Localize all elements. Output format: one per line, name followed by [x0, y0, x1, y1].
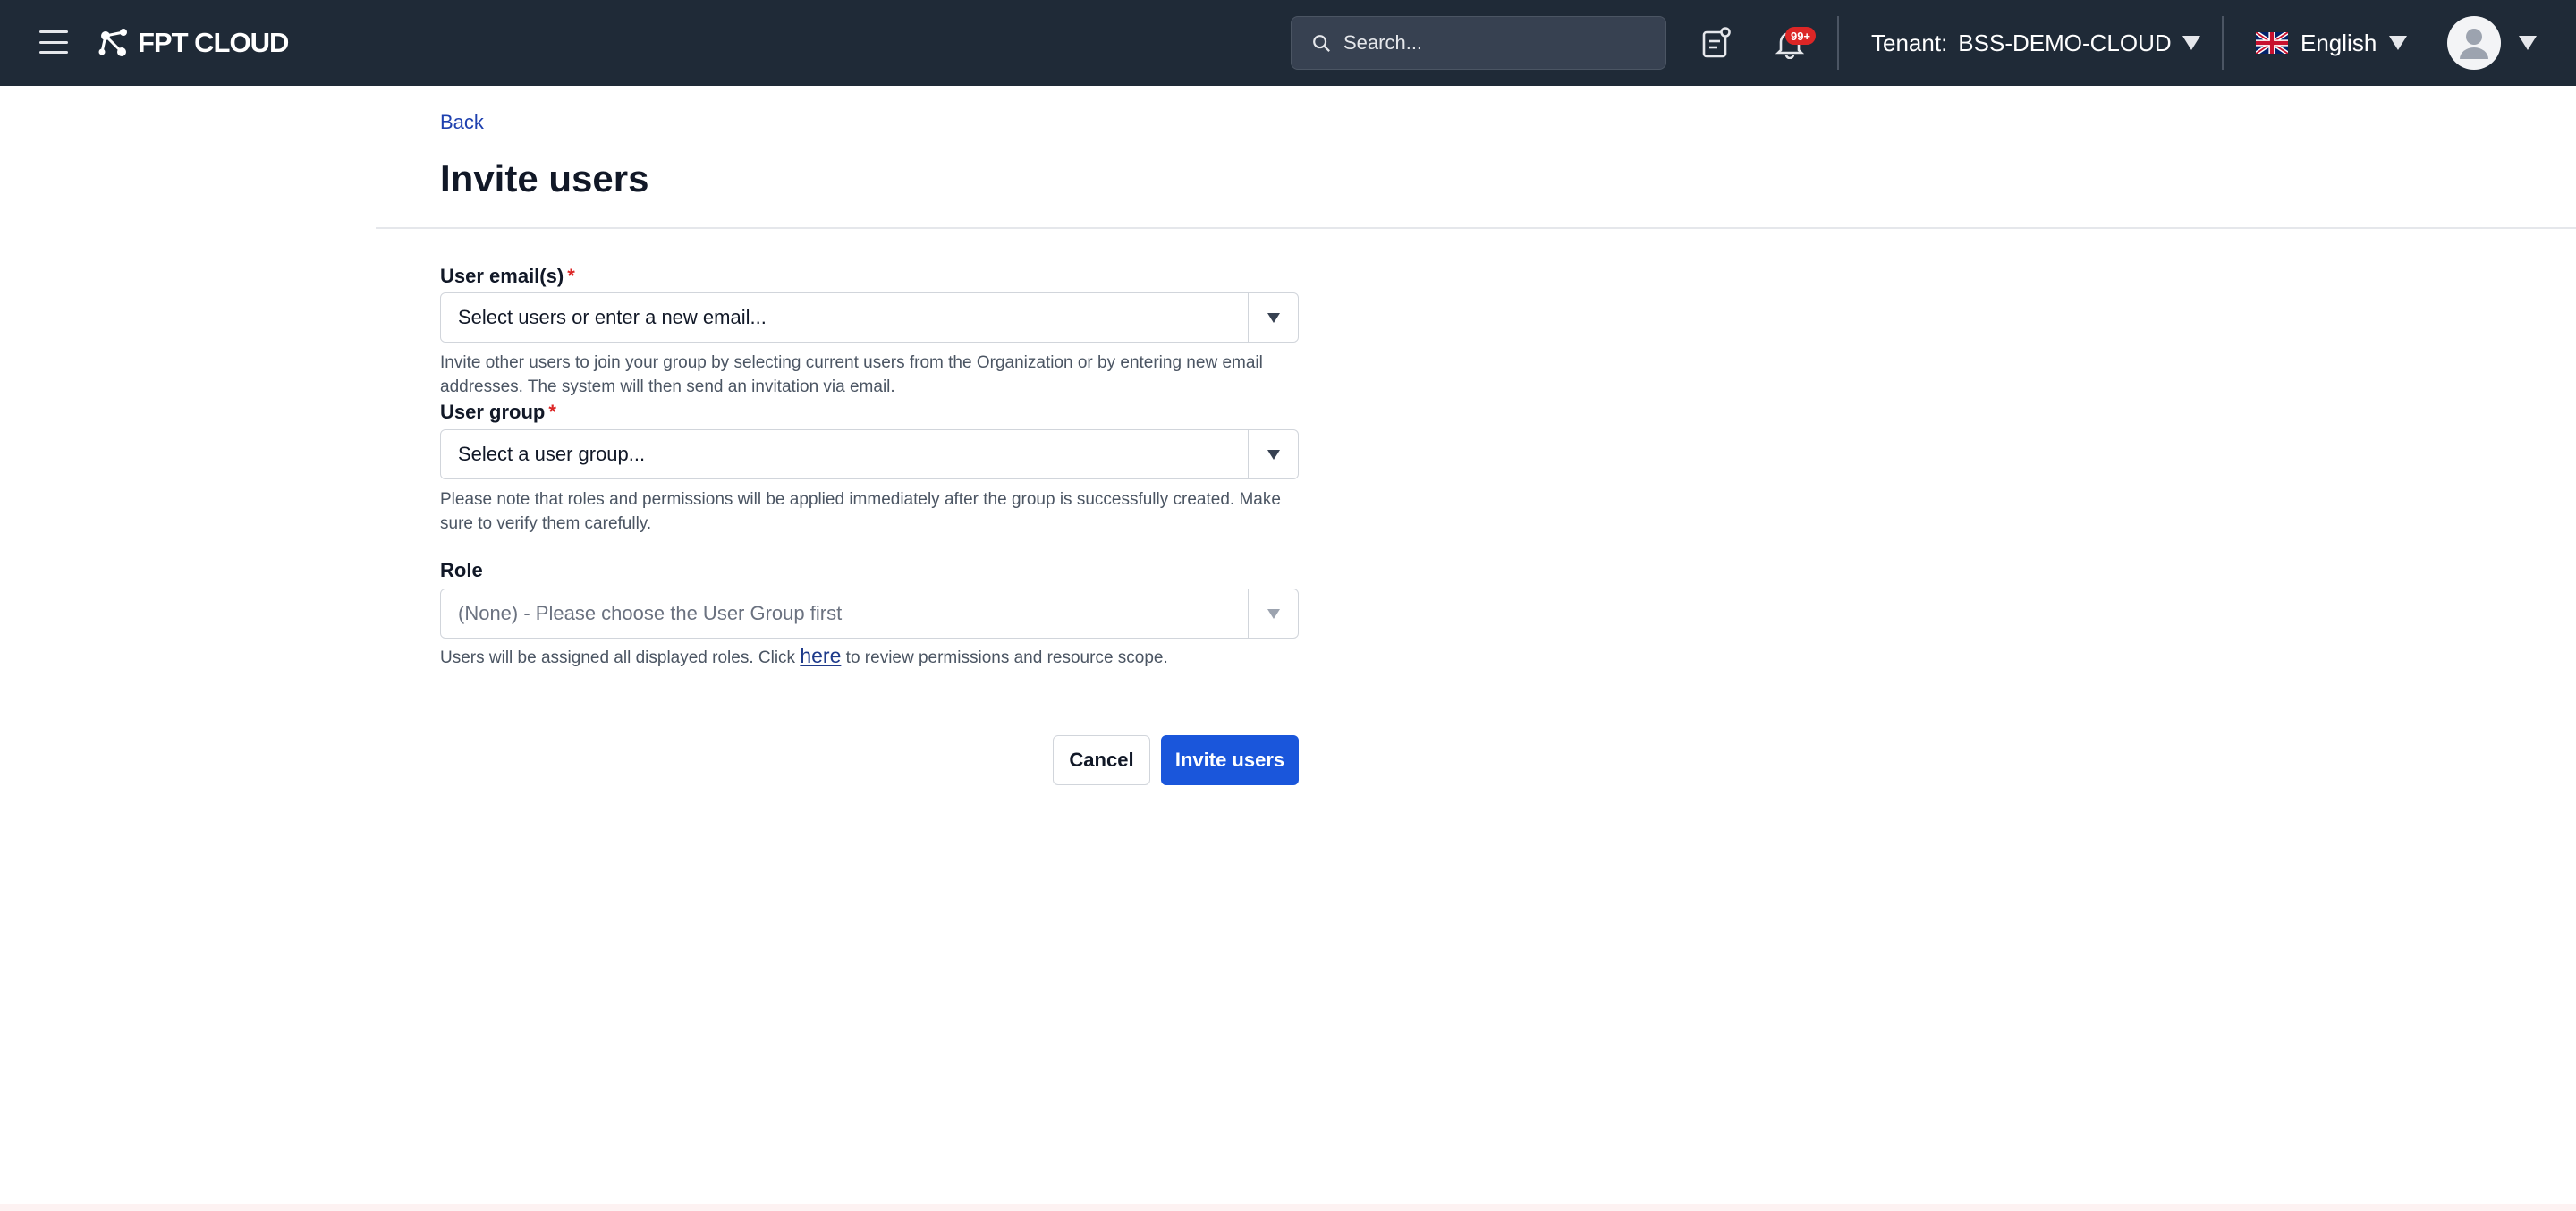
user-group-help: Please note that roles and permissions w… [440, 490, 1281, 533]
user-group-label-text: User group [440, 401, 546, 423]
role-help-link[interactable]: here [800, 644, 841, 667]
chevron-down-icon[interactable] [2519, 36, 2537, 50]
required-mark: * [567, 265, 575, 287]
user-email-label: User email(s) * [440, 265, 575, 288]
chevron-down-icon [2389, 36, 2408, 50]
language-label: English [2301, 29, 2377, 56]
caret-down-icon [1267, 449, 1280, 460]
required-mark: * [548, 401, 556, 423]
topbar-divider [2222, 16, 2224, 70]
user-avatar-icon[interactable] [2447, 16, 2501, 70]
user-email-label-text: User email(s) [440, 265, 564, 287]
user-group-select[interactable]: Select a user group... [440, 429, 1299, 479]
language-selector[interactable]: English [2256, 27, 2408, 59]
user-group-label: User group * [440, 401, 556, 424]
role-help: Users will be assigned all displayed rol… [440, 644, 1317, 670]
user-email-placeholder: Select users or enter a new email... [458, 306, 767, 328]
role-placeholder: (None) - Please choose the User Group fi… [458, 602, 843, 624]
chevron-down-icon [2182, 36, 2200, 50]
dropdown-toggle[interactable] [1248, 430, 1298, 478]
page-title: Invite users [440, 157, 649, 199]
caret-down-icon [1267, 608, 1280, 619]
header-divider [376, 227, 2576, 229]
role-select[interactable]: (None) - Please choose the User Group fi… [440, 589, 1299, 639]
invite-users-page: Back Invite users User email(s) * Select … [0, 86, 2576, 1204]
back-link[interactable]: Back [440, 111, 484, 134]
dropdown-toggle[interactable] [1248, 293, 1298, 342]
role-help-text: Users will be assigned all displayed rol… [440, 648, 801, 667]
search-icon [1313, 35, 1330, 52]
notification-badge: 99+ [1785, 27, 1816, 45]
document-icon[interactable] [1701, 27, 1732, 59]
cancel-button[interactable]: Cancel [1053, 735, 1150, 785]
logo-text: FPT CLOUD [138, 27, 289, 58]
role-label: Role [440, 559, 483, 581]
logo-mark-icon [98, 29, 127, 56]
user-group-placeholder: Select a user group... [458, 443, 646, 465]
caret-down-icon [1267, 312, 1280, 323]
tenant-selector[interactable]: Tenant: BSS-DEMO-CLOUD [1871, 27, 2200, 59]
search-input[interactable] [1343, 31, 1639, 55]
tenant-value: BSS-DEMO-CLOUD [1958, 29, 2172, 56]
role-help-text-after: to review permissions and resource scope… [841, 648, 1168, 667]
dropdown-toggle[interactable] [1248, 589, 1298, 638]
top-navigation-bar: FPT CLOUD 99+ Tenant: BSS-DEMO-CLOUD Eng… [0, 0, 2576, 86]
menu-icon[interactable] [39, 30, 68, 54]
topbar-divider [1837, 16, 1839, 70]
user-email-select[interactable]: Select users or enter a new email... [440, 292, 1299, 343]
invite-users-button[interactable]: Invite users [1161, 735, 1299, 785]
uk-flag-icon [2256, 32, 2288, 54]
fpt-cloud-logo[interactable]: FPT CLOUD [97, 23, 289, 63]
tenant-label: Tenant: [1871, 29, 1948, 56]
user-email-help: Invite other users to join your group by… [440, 353, 1263, 396]
global-search[interactable] [1291, 16, 1666, 70]
